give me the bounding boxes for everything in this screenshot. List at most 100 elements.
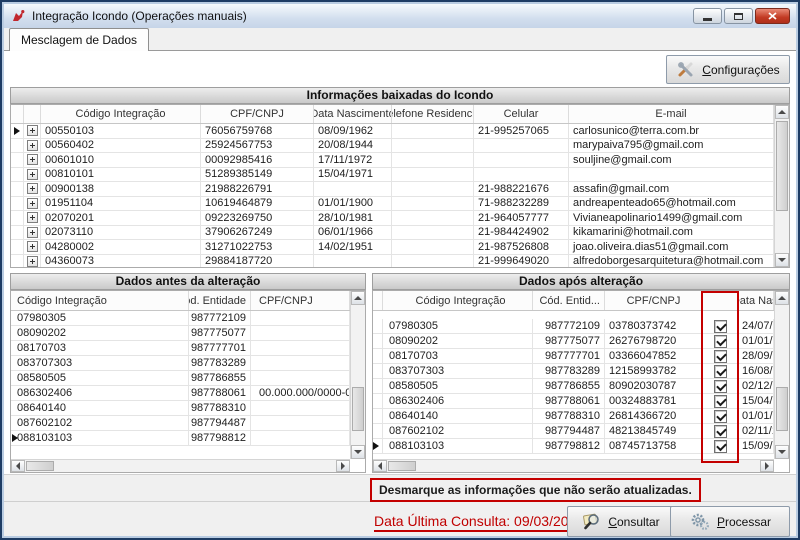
update-checkbox[interactable] [714, 395, 727, 408]
cell-data-nascimento: 15/09/19 [739, 439, 774, 453]
before-vertical-scrollbar[interactable] [350, 291, 365, 459]
update-checkbox[interactable] [714, 365, 727, 378]
cell-update-flag [703, 409, 739, 423]
expand-plus-icon[interactable] [27, 256, 38, 267]
column-header[interactable]: CPF/CNPJ [605, 291, 703, 310]
processar-button[interactable]: Processar [670, 506, 790, 537]
scroll-down-button[interactable] [775, 253, 789, 267]
scroll-up-button[interactable] [775, 105, 789, 119]
column-header[interactable]: CPF/CNPJ [251, 291, 350, 310]
table-row[interactable]: 006010100009298541617/11/1972souljine@gm… [11, 153, 774, 168]
update-checkbox[interactable] [714, 380, 727, 393]
table-row[interactable]: 0876021029877944874821384574902/11/19 [373, 424, 774, 439]
after-grid: Código IntegraçãoCód. Entid...CPF/CNPJ Da… [372, 290, 790, 473]
update-checkbox[interactable] [714, 440, 727, 453]
column-header[interactable]: CPF/CNPJ [201, 105, 314, 123]
cell-cpf-cnpj: 10619464879 [201, 197, 314, 211]
column-header[interactable]: Código Integração [41, 105, 201, 123]
table-row[interactable]: 020731103790626724906/01/196621-98442490… [11, 226, 774, 241]
scroll-up-button[interactable] [775, 291, 789, 305]
column-header[interactable] [703, 291, 739, 310]
expand-plus-icon[interactable] [27, 227, 38, 238]
table-row[interactable]: 07980305987772109 [11, 311, 350, 326]
table-row[interactable]: 043600732988418772021-999649020alfredobo… [11, 255, 774, 269]
table-row[interactable]: 005501037605675976808/09/196221-99525706… [11, 124, 774, 139]
column-header[interactable]: Telefone Residencial [392, 105, 474, 123]
update-checkbox[interactable] [714, 410, 727, 423]
row-marker-cell [11, 240, 24, 254]
minimize-button[interactable] [693, 8, 722, 24]
scroll-down-button[interactable] [775, 445, 789, 459]
table-row[interactable]: 0837073039877832891215899378216/08/19 [373, 364, 774, 379]
column-header[interactable]: Cód. Entid... [533, 291, 605, 310]
table-row[interactable]: 009001382198822679121-988221676assafin@g… [11, 182, 774, 197]
scroll-thumb[interactable] [388, 461, 416, 471]
tab-mesclagem-de-dados[interactable]: Mesclagem de Dados [9, 28, 149, 51]
table-row[interactable]: 0863024069877880610032488378115/04/19 [373, 394, 774, 409]
cell-cod-entidade: 987783289 [533, 364, 605, 378]
table-row[interactable]: 08630240698778806100.000.000/0000-00 [11, 386, 350, 401]
expand-plus-icon[interactable] [27, 212, 38, 223]
table-row[interactable]: 08640140987788310 [11, 401, 350, 416]
update-checkbox[interactable] [714, 320, 727, 333]
update-checkbox[interactable] [714, 335, 727, 348]
scroll-thumb[interactable] [776, 121, 788, 211]
table-row[interactable]: 0881031039877988120874571375815/09/19 [373, 439, 774, 454]
after-horizontal-scrollbar[interactable] [373, 459, 774, 472]
scroll-thumb[interactable] [352, 387, 364, 431]
scroll-left-button[interactable] [373, 460, 387, 472]
table-row[interactable]: 005604022592456775320/08/1944marypaiva79… [11, 139, 774, 154]
update-checkbox[interactable] [714, 350, 727, 363]
before-horizontal-scrollbar[interactable] [11, 459, 350, 472]
table-row[interactable]: 08090202987775077 [11, 326, 350, 341]
row-marker-cell [11, 226, 24, 240]
column-header[interactable]: Data Nasc [739, 291, 774, 310]
column-header[interactable]: Data Nascimento [314, 105, 392, 123]
scroll-thumb[interactable] [776, 387, 788, 431]
table-row[interactable]: 086401409877883102681436672001/01/19 [373, 409, 774, 424]
table-row[interactable]: 019511041061946487901/01/190071-98823228… [11, 197, 774, 212]
column-header[interactable]: Cód. Entidade [189, 291, 251, 310]
table-row[interactable]: 085805059877868558090203078702/12/19 [373, 379, 774, 394]
table-row[interactable]: 08580505987786855 [11, 371, 350, 386]
icondo-vertical-scrollbar[interactable] [774, 105, 789, 267]
expand-plus-icon[interactable] [27, 169, 38, 180]
expand-plus-icon[interactable] [27, 198, 38, 209]
cell-telefone-residencial [392, 182, 474, 196]
expand-plus-icon[interactable] [27, 140, 38, 151]
scroll-right-button[interactable] [336, 460, 350, 472]
table-row[interactable]: 08170703987777701 [11, 341, 350, 356]
scroll-up-button[interactable] [351, 291, 365, 305]
current-row-marker [14, 127, 20, 135]
expand-plus-icon[interactable] [27, 125, 38, 136]
table-row[interactable]: 080902029877750772627679872001/01/19 [373, 334, 774, 349]
arrow-up-icon [778, 296, 786, 300]
table-row[interactable]: 008101015128938514915/04/1971 [11, 168, 774, 183]
scroll-thumb[interactable] [26, 461, 54, 471]
configuracoes-button[interactable]: Configurações [666, 55, 790, 84]
table-row[interactable]: 088103103987798812 [11, 431, 350, 446]
scroll-left-button[interactable] [11, 460, 25, 472]
table-row[interactable]: 083707303987783289 [11, 356, 350, 371]
table-row[interactable]: 081707039877777010336604785228/09/19 [373, 349, 774, 364]
expand-plus-icon[interactable] [27, 154, 38, 165]
column-header[interactable]: Código Integração [11, 291, 189, 310]
cell-cpf-cnpj: 26276798720 [605, 334, 703, 348]
table-row[interactable]: 042800023127102275314/02/195121-98752680… [11, 240, 774, 255]
table-row[interactable]: 087602102987794487 [11, 416, 350, 431]
current-row-marker [373, 442, 379, 450]
column-header[interactable]: Celular [474, 105, 569, 123]
scroll-right-button[interactable] [760, 460, 774, 472]
expand-plus-icon[interactable] [27, 183, 38, 194]
table-row[interactable]: 079803059877721090378037374224/07/19 [373, 319, 774, 334]
update-checkbox[interactable] [714, 425, 727, 438]
scroll-down-button[interactable] [351, 445, 365, 459]
table-row[interactable]: 020702010922326975028/10/198121-96405777… [11, 211, 774, 226]
column-header[interactable]: Código Integração [383, 291, 533, 310]
close-button[interactable] [755, 8, 790, 24]
after-vertical-scrollbar[interactable] [774, 291, 789, 459]
expand-plus-icon[interactable] [27, 241, 38, 252]
maximize-button[interactable] [724, 8, 753, 24]
column-header[interactable]: E-mail [569, 105, 774, 123]
consultar-button[interactable]: Consultar [567, 506, 673, 537]
